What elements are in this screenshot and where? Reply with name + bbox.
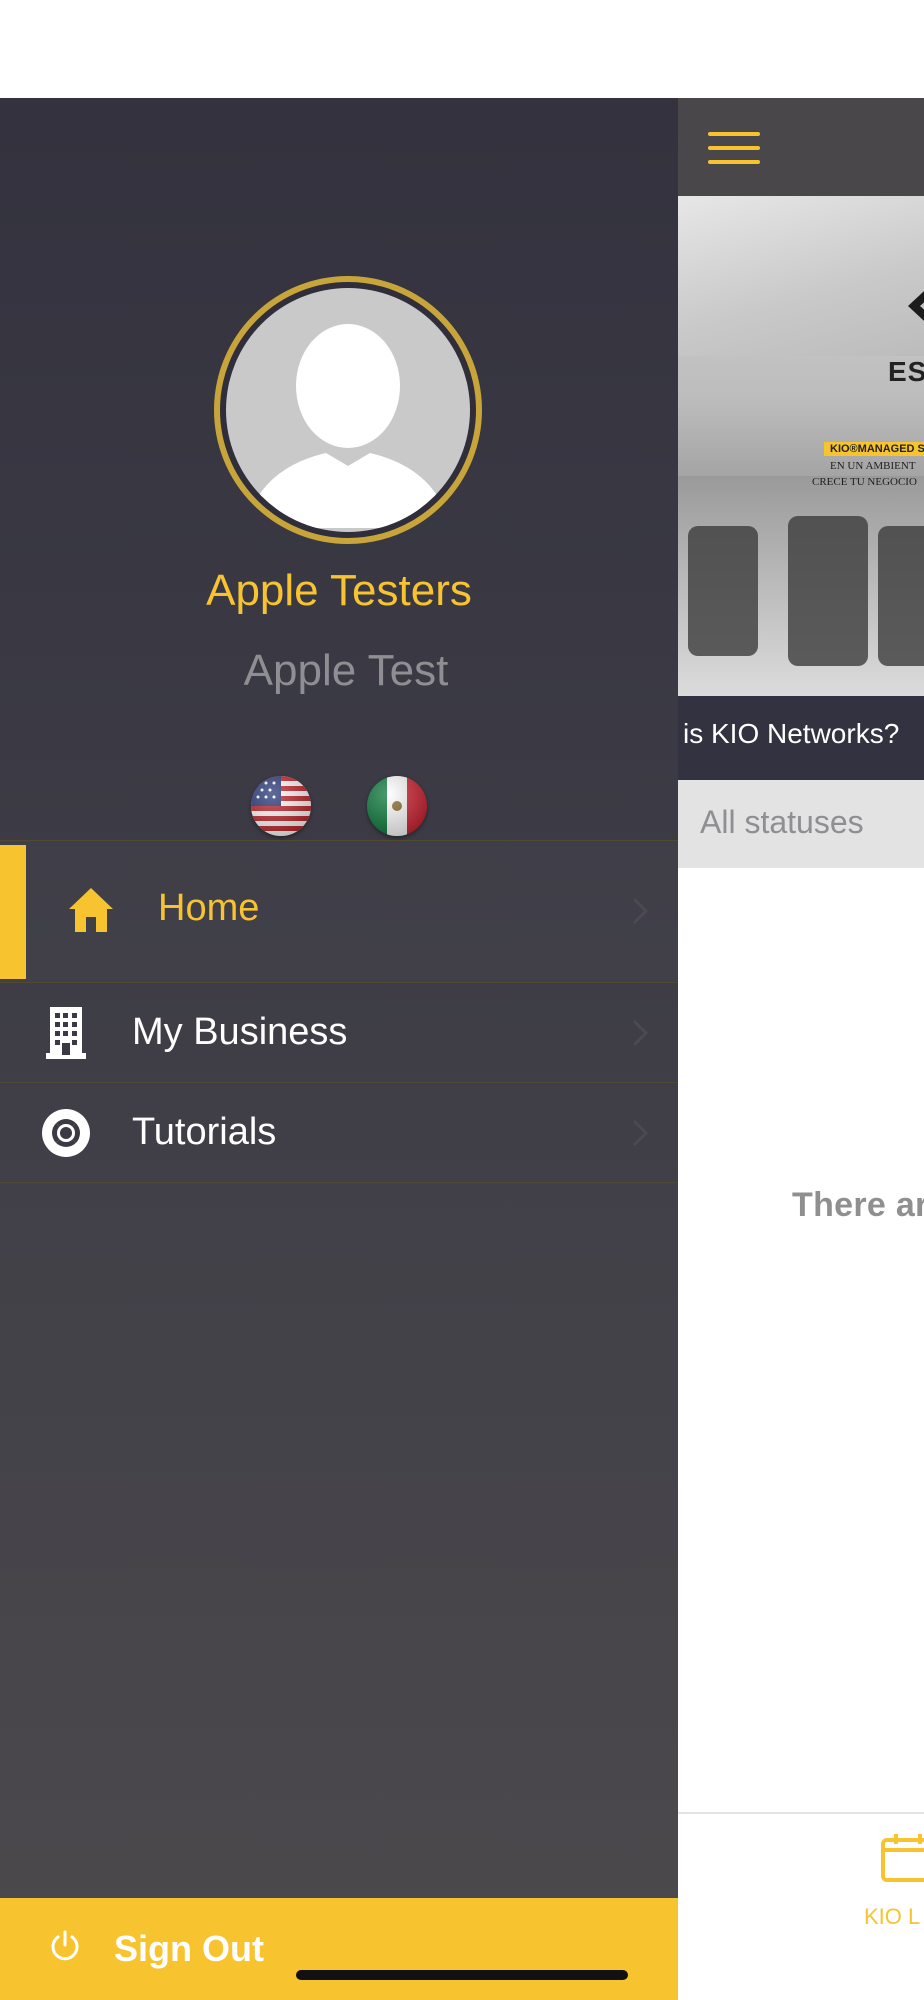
banner-caption: is KIO Networks? <box>678 696 924 780</box>
mexico-flag-icon[interactable] <box>367 776 427 836</box>
chevron-right-icon <box>632 1019 648 1047</box>
promo-banner[interactable]: ES. KIO®MANAGED S EN UN AMBIENT CRECE TU… <box>678 196 924 696</box>
home-icon <box>69 888 113 932</box>
screen: ES. KIO®MANAGED S EN UN AMBIENT CRECE TU… <box>0 0 924 2000</box>
user-silhouette-icon <box>246 324 450 528</box>
empty-state-text: There ar <box>792 1186 924 1224</box>
banner-caption-text: is KIO Networks? <box>683 718 900 749</box>
main-header <box>678 98 924 196</box>
kio-logo-icon <box>908 291 924 321</box>
tab-label[interactable]: KIO L <box>864 1904 920 1930</box>
us-flag-icon[interactable] <box>251 776 311 836</box>
calendar-icon[interactable] <box>880 1832 924 1882</box>
chevron-right-icon <box>632 897 648 925</box>
menu-item-my-business[interactable]: My Business <box>0 982 678 1082</box>
hamburger-menu-icon[interactable] <box>708 132 760 164</box>
user-name: Apple Testers <box>206 566 472 615</box>
banner-line-2: CRECE TU NEGOCIO <box>812 476 917 488</box>
status-filter[interactable]: All statuses <box>678 780 924 868</box>
tab-bar: KIO L <box>678 1812 924 2000</box>
home-indicator <box>296 1970 628 1980</box>
main-content: ES. KIO®MANAGED S EN UN AMBIENT CRECE TU… <box>678 98 924 2000</box>
building-icon <box>46 1007 86 1059</box>
drawer-menu: Home My Business Tutorials <box>0 840 678 1183</box>
banner-line-1: EN UN AMBIENT <box>830 460 916 472</box>
menu-item-label: Home <box>158 887 260 929</box>
sign-out-button[interactable]: Sign Out <box>0 1898 678 2000</box>
status-bar <box>0 0 924 98</box>
menu-item-home[interactable]: Home <box>0 840 678 982</box>
banner-heading: ES. <box>888 356 924 387</box>
menu-item-tutorials[interactable]: Tutorials <box>0 1082 678 1182</box>
user-company: Apple Test <box>243 646 449 695</box>
side-drawer: Apple Testers Apple Test Home My Busines… <box>0 98 678 2000</box>
menu-item-label: Tutorials <box>132 1111 277 1153</box>
banner-tag: KIO®MANAGED S <box>824 442 924 456</box>
sign-out-label: Sign Out <box>114 1928 264 1969</box>
chevron-right-icon <box>632 1119 648 1147</box>
lifebuoy-icon <box>42 1109 90 1157</box>
status-filter-label: All statuses <box>700 804 864 840</box>
power-icon <box>51 1930 79 1961</box>
avatar[interactable] <box>214 276 482 544</box>
active-indicator <box>0 845 26 979</box>
menu-item-label: My Business <box>132 1011 348 1053</box>
